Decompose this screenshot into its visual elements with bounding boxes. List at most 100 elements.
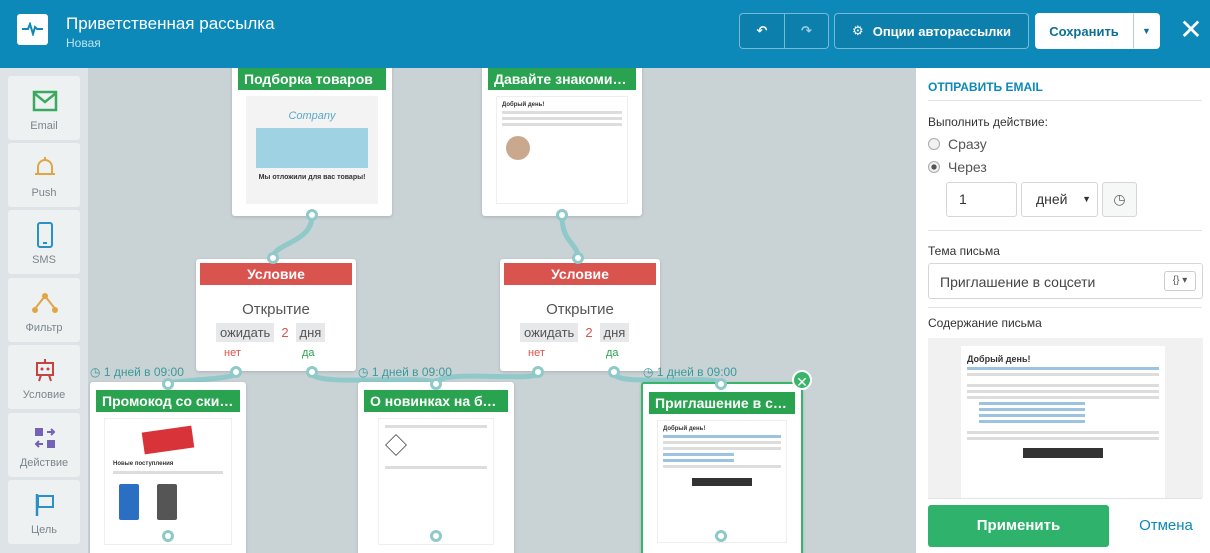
tool-action-label: Действие: [19, 457, 69, 469]
preview-line: [663, 459, 734, 462]
save-dropdown-button[interactable]: ▼: [1133, 13, 1160, 49]
email-card-social[interactable]: Приглашение в соцс... Добрый день!: [641, 382, 803, 553]
filter-icon: [32, 293, 58, 313]
preview-button: [1023, 448, 1103, 458]
connector-dot[interactable]: [230, 366, 242, 378]
preview-button: [692, 478, 752, 486]
phone-icon: [37, 222, 53, 248]
flag-icon: [35, 494, 54, 516]
preview-line: [663, 447, 781, 450]
delay-unit-select[interactable]: дней ▼: [1021, 182, 1098, 217]
preview-line: [967, 396, 1159, 399]
tool-email[interactable]: Email: [8, 76, 80, 140]
tool-filter[interactable]: Фильтр: [8, 278, 80, 342]
insert-variable-button[interactable]: {} ▾: [1164, 271, 1196, 291]
subject-value: Приглашение в соцсети: [940, 274, 1096, 290]
options-label: Опции авторассылки: [872, 23, 1011, 39]
gear-icon: ⚙: [852, 23, 864, 38]
connector-dot[interactable]: [715, 378, 727, 390]
email-card-products[interactable]: Подборка товаров Company Мы отложили для…: [232, 68, 392, 216]
tool-filter-label: Фильтр: [25, 322, 63, 334]
workflow-canvas[interactable]: Подборка товаров Company Мы отложили для…: [88, 68, 916, 553]
page-title: Приветственная рассылка: [66, 14, 275, 33]
radio-after[interactable]: Через: [928, 159, 987, 175]
action-label: Выполнить действие:: [928, 115, 1048, 129]
wait-value: 2: [277, 323, 293, 342]
preview-line: [979, 408, 1085, 411]
content-label: Содержание письма: [928, 316, 1042, 330]
pulse-icon: [22, 22, 43, 36]
connector-dot[interactable]: [572, 252, 584, 264]
autoresponder-options-button[interactable]: ⚙ Опции авторассылки: [834, 13, 1029, 49]
email-card-promo[interactable]: Промокод со скидкой Новые поступления: [90, 382, 246, 553]
condition-wait: ожидать 2 дня: [520, 323, 630, 342]
radio-circle: [928, 138, 940, 150]
branch-no-label: нет: [528, 347, 545, 359]
save-button[interactable]: Сохранить: [1035, 13, 1133, 49]
preview-line: [979, 414, 1085, 417]
condition-wait: ожидать 2 дня: [216, 323, 326, 342]
cancel-button[interactable]: Отмена: [1132, 505, 1200, 547]
preview-product: [119, 484, 139, 520]
tool-sms[interactable]: SMS: [8, 210, 80, 274]
tool-push[interactable]: Push: [8, 143, 80, 207]
preview-banner: [141, 425, 195, 455]
envelope-icon: [32, 90, 58, 112]
subject-input[interactable]: Приглашение в соцсети {} ▾: [928, 263, 1203, 299]
preview-line: [979, 402, 1085, 405]
delay-unit-value: дней: [1036, 191, 1068, 207]
page-status: Новая: [66, 36, 101, 50]
preview-section: Новые поступления: [113, 461, 174, 467]
preview-line: [967, 437, 1159, 440]
connector-dot[interactable]: [430, 378, 442, 390]
connector-dot[interactable]: [306, 209, 318, 221]
close-icon: ✕: [796, 374, 808, 390]
preview-greeting: Добрый день!: [663, 426, 706, 432]
condition-card[interactable]: Условие Открытие ожидать 2 дня нет да: [196, 259, 356, 371]
preview-line: [967, 390, 1159, 393]
preview-avatar: [506, 136, 530, 160]
close-button[interactable]: ✕: [1176, 15, 1206, 45]
radio-circle-checked: [928, 161, 940, 173]
connector-dot[interactable]: [608, 366, 620, 378]
connector-dot[interactable]: [715, 530, 727, 542]
app-logo[interactable]: [17, 14, 48, 45]
time-picker-button[interactable]: ◷: [1102, 182, 1137, 217]
email-content-preview[interactable]: Добрый день!: [928, 338, 1203, 498]
email-card-blog[interactable]: О новинках на блоге: [358, 382, 514, 553]
connector-dot[interactable]: [532, 366, 544, 378]
connector-dot[interactable]: [162, 378, 174, 390]
preview-line: [979, 420, 1085, 423]
redo-button[interactable]: ↷: [785, 13, 829, 49]
connector-dot[interactable]: [430, 530, 442, 542]
condition-title: Условие: [504, 263, 656, 285]
undo-button[interactable]: ↶: [739, 13, 785, 49]
delay-value-input[interactable]: 1: [946, 182, 1017, 217]
apply-button[interactable]: Применить: [928, 505, 1109, 547]
preview-line: [663, 453, 734, 456]
remove-node-button[interactable]: ✕: [792, 370, 812, 390]
bell-icon: [35, 157, 55, 175]
connector-dot[interactable]: [267, 252, 279, 264]
clock-icon: ◷: [1113, 191, 1126, 207]
email-card-intro[interactable]: Давайте знакомиться Добрый день!: [482, 68, 642, 216]
radio-now[interactable]: Сразу: [928, 136, 987, 152]
delay-label: ◷ 1 дней в 09:00: [643, 365, 737, 379]
connector-dot[interactable]: [556, 209, 568, 221]
card-title: Промокод со скидкой: [96, 390, 240, 412]
tool-condition[interactable]: Условие: [8, 345, 80, 409]
preview-line: [502, 111, 622, 114]
delay-text: 1 дней в 09:00: [656, 365, 737, 379]
tool-action[interactable]: Действие: [8, 413, 80, 477]
preview-logo: [385, 434, 407, 456]
connector-dot[interactable]: [162, 530, 174, 542]
tool-email-label: Email: [30, 120, 58, 132]
preview-line: [967, 431, 1159, 434]
condition-card[interactable]: Условие Открытие ожидать 2 дня нет да: [500, 259, 660, 371]
card-title: О новинках на блоге: [364, 390, 508, 412]
tool-goal[interactable]: Цель: [8, 480, 80, 544]
email-preview: Новые поступления: [104, 418, 232, 545]
radio-after-label: Через: [948, 159, 987, 175]
connector-dot[interactable]: [306, 366, 318, 378]
tool-push-label: Push: [31, 187, 57, 199]
